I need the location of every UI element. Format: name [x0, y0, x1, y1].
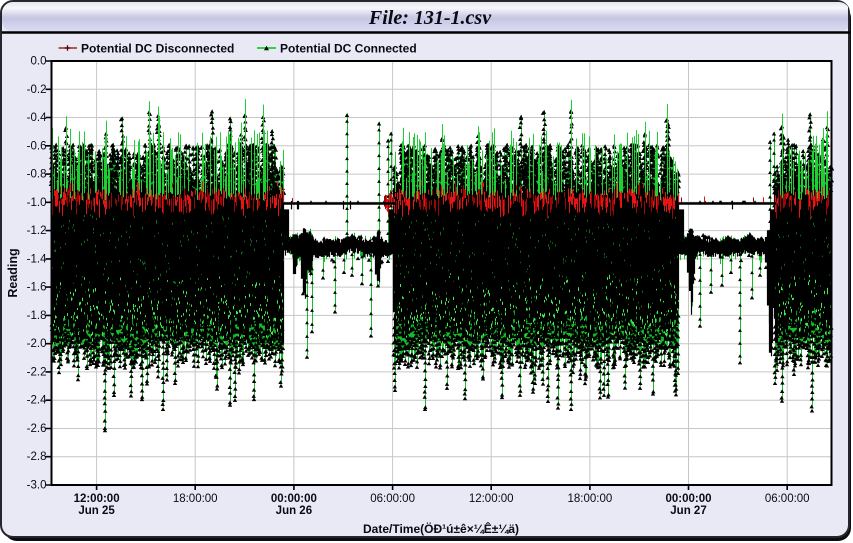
svg-text:-0.4: -0.4: [27, 112, 47, 124]
svg-text:12:00:00: 12:00:00: [469, 493, 514, 505]
svg-text:Reading: Reading: [6, 248, 20, 297]
svg-text:-0.2: -0.2: [27, 84, 47, 96]
svg-text:-2.4: -2.4: [27, 395, 47, 407]
svg-text:Potential DC Disconnected: Potential DC Disconnected: [81, 42, 234, 56]
svg-text:-0.8: -0.8: [27, 169, 47, 181]
svg-text:-1.4: -1.4: [27, 253, 47, 265]
svg-text:File: 131-1.csv: File: 131-1.csv: [368, 7, 492, 29]
svg-text:18:00:00: 18:00:00: [173, 493, 218, 505]
svg-text:06:00:00: 06:00:00: [765, 493, 810, 505]
svg-text:Date/Time(ÖÐ¹ú±ê×¼Ê±¼ä): Date/Time(ÖÐ¹ú±ê×¼Ê±¼ä): [363, 521, 519, 536]
svg-text:-2.6: -2.6: [27, 423, 47, 435]
svg-text:06:00:00: 06:00:00: [370, 493, 415, 505]
svg-text:-2.0: -2.0: [27, 338, 47, 350]
svg-text:18:00:00: 18:00:00: [568, 493, 613, 505]
svg-text:-0.6: -0.6: [27, 140, 47, 152]
svg-text:-3.0: -3.0: [27, 480, 47, 492]
svg-text:-2.2: -2.2: [27, 366, 47, 378]
svg-text:12:00:00: 12:00:00: [74, 493, 120, 505]
svg-text:Jun 25: Jun 25: [78, 505, 115, 517]
svg-text:Jun 26: Jun 26: [276, 505, 312, 517]
svg-text:00:00:00: 00:00:00: [665, 493, 711, 505]
svg-text:-1.0: -1.0: [27, 197, 47, 209]
svg-text:-1.2: -1.2: [27, 225, 47, 237]
svg-text:-2.8: -2.8: [27, 451, 47, 463]
svg-text:Potential DC Connected: Potential DC Connected: [280, 42, 417, 56]
svg-text:-1.6: -1.6: [27, 282, 47, 294]
svg-text:00:00:00: 00:00:00: [271, 493, 317, 505]
svg-text:-1.8: -1.8: [27, 310, 47, 322]
svg-text:0.0: 0.0: [31, 56, 47, 68]
svg-text:Jun 27: Jun 27: [670, 505, 706, 517]
